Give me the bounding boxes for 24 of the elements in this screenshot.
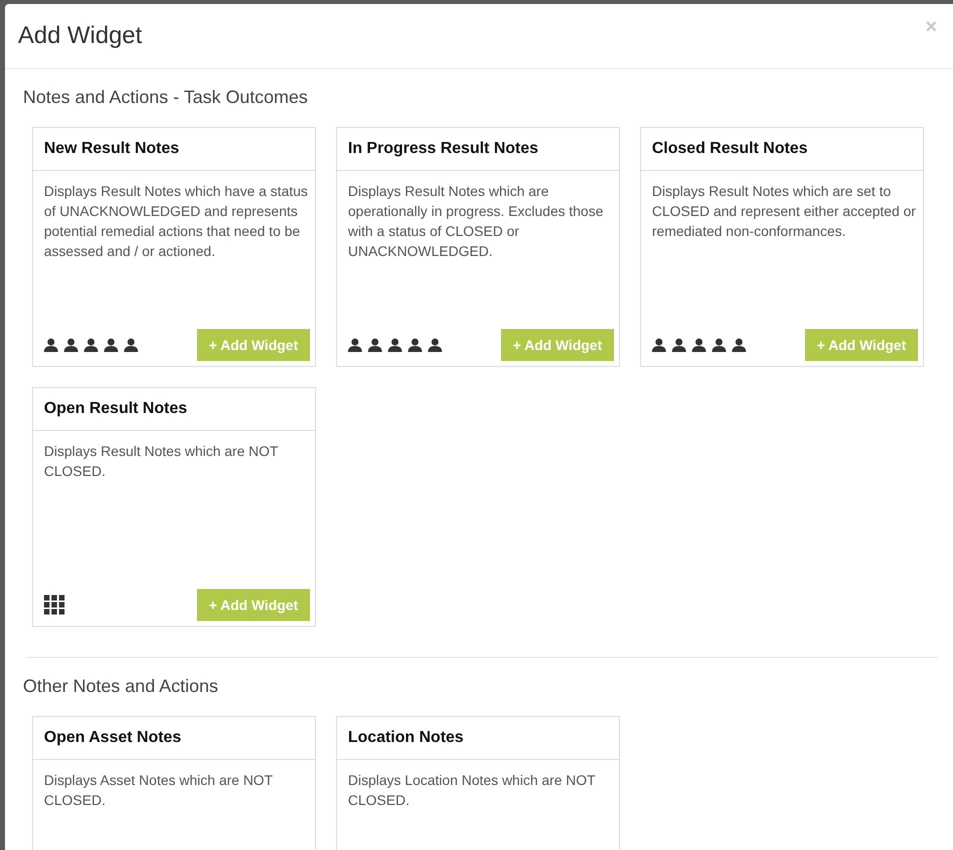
people-icon bbox=[652, 338, 748, 352]
widget-title: Closed Result Notes bbox=[652, 140, 808, 158]
widget-description: Displays Asset Notes which are NOT CLOSED. bbox=[44, 771, 274, 810]
close-button[interactable]: × bbox=[925, 16, 937, 38]
dialog-title: Add Widget bbox=[18, 22, 142, 50]
widget-description: Displays Result Notes which have a status of UNACKNOWLEDGED and represents potential remedial actions that need to be assessed and / or actioned. bbox=[44, 182, 309, 261]
widget-description: Displays Location Notes which are NOT CLOSED. bbox=[348, 771, 596, 810]
widget-title: Open Result Notes bbox=[44, 400, 188, 418]
widget-description: Displays Result Notes which are operationally in progress. Excludes those with a status of CLOSED or UNACKNOWLEDGED. bbox=[348, 182, 604, 261]
add-widget-button[interactable]: + Add Widget bbox=[196, 589, 310, 621]
people-icon bbox=[44, 338, 140, 352]
add-widget-button[interactable]: + Add Widget bbox=[500, 329, 614, 361]
section-title: Other Notes and Actions bbox=[23, 676, 220, 697]
section-title: Notes and Actions - Task Outcomes bbox=[23, 87, 309, 108]
add-widget-button[interactable]: + Add Widget bbox=[804, 329, 918, 361]
widget-title: Open Asset Notes bbox=[44, 729, 182, 747]
widget-title: In Progress Result Notes bbox=[348, 140, 538, 158]
people-icon bbox=[348, 338, 444, 352]
widget-description: Displays Result Notes which are NOT CLOSED. bbox=[44, 442, 279, 481]
widget-description: Displays Result Notes which are set to CLOSED and represent either accepted or remediated non-conformances. bbox=[652, 182, 917, 241]
add-widget-button[interactable]: + Add Widget bbox=[196, 329, 310, 361]
grid-icon bbox=[44, 595, 65, 615]
widget-title: New Result Notes bbox=[44, 140, 180, 158]
widget-title: Location Notes bbox=[348, 729, 464, 747]
